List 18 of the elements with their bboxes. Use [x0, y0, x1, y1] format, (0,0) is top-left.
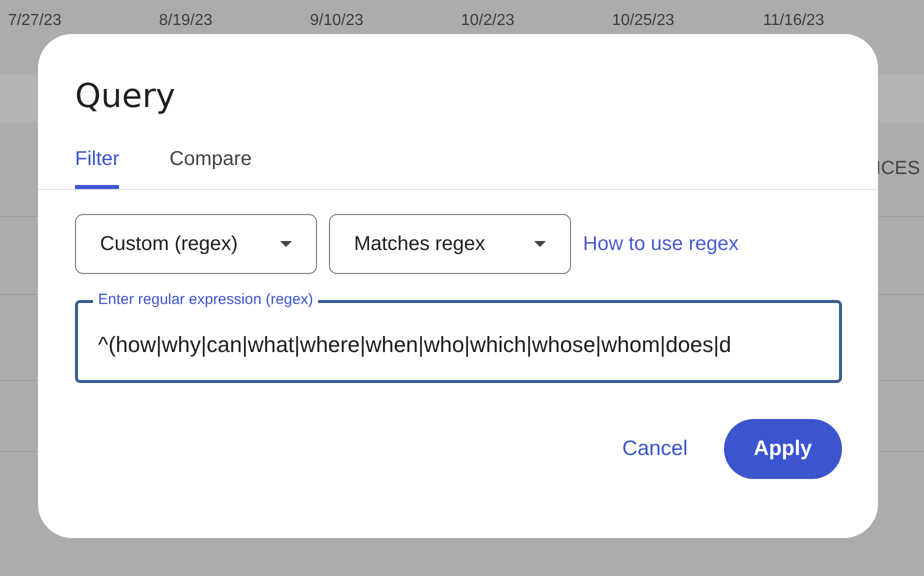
- axis-label: 9/10/23: [310, 11, 364, 31]
- tab[interactable]: Filter: [75, 148, 120, 189]
- dialog-title: Query: [75, 76, 176, 116]
- axis-label: 10/2/23: [461, 11, 516, 31]
- dropdown[interactable]: Custom (regex): [75, 214, 317, 274]
- dropdown[interactable]: Matches regex: [329, 214, 571, 274]
- tab[interactable]: Compare: [169, 148, 252, 189]
- apply-button[interactable]: Apply: [724, 419, 842, 479]
- column-header: ICES: [876, 158, 920, 180]
- axis-label: 8/19/23: [159, 11, 214, 31]
- help-link[interactable]: How to use regex: [583, 232, 739, 256]
- dropdown-icon: [534, 241, 546, 247]
- axis-label: 10/25/23: [612, 11, 676, 31]
- axis-label: 11/16/23: [763, 11, 826, 31]
- cancel-button[interactable]: Cancel: [614, 419, 696, 479]
- field-label: Enter regular expression (regex): [93, 291, 318, 308]
- dropdown-icon: [280, 241, 292, 247]
- axis-label: 7/27/23: [8, 11, 62, 31]
